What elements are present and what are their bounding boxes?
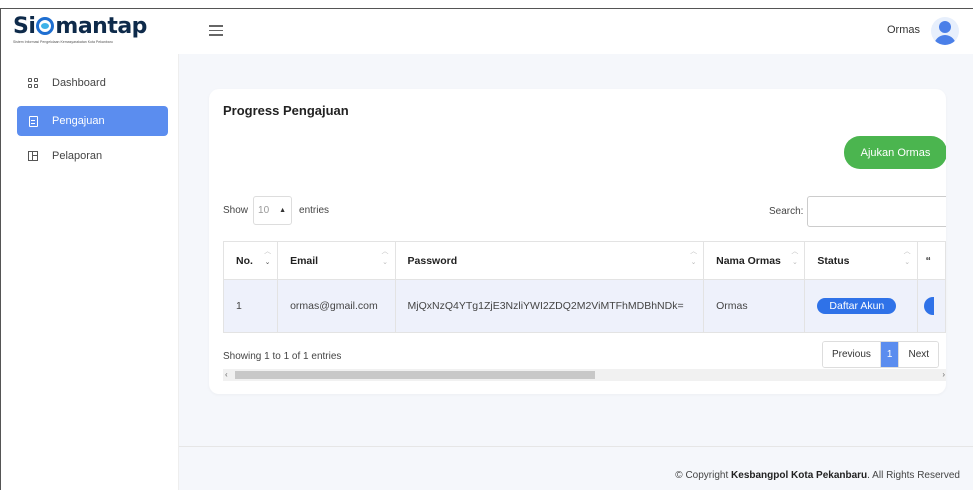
search-label: Search:: [769, 206, 804, 217]
column-header-status[interactable]: Status ︿ ⌄: [804, 241, 918, 280]
previous-page-button[interactable]: Previous: [823, 342, 880, 367]
page-length-control: Show 10 ▲ entries: [223, 196, 329, 225]
page-1-button[interactable]: 1: [879, 342, 899, 367]
menu-toggle-icon[interactable]: [209, 25, 223, 36]
horizontal-scrollbar[interactable]: ‹ ›: [223, 369, 946, 381]
grid-icon: [27, 77, 39, 89]
top-navbar: Si mantap Sistem Informasi Pengelolaan Ke…: [1, 9, 973, 54]
next-page-button[interactable]: Next: [898, 342, 939, 367]
report-icon: [27, 150, 39, 162]
column-header-nama-ormas[interactable]: Nama Ormas ︿ ⌄: [703, 241, 806, 280]
column-header-password[interactable]: Password ︿ ⌄: [394, 241, 705, 280]
sort-icon: ︿ ⌄: [903, 248, 911, 266]
sort-icon: ︿ ⌄: [381, 248, 389, 266]
sidebar: Dashboard Pengajuan Pelaporan: [1, 54, 179, 490]
sidebar-item-label: Pengajuan: [52, 115, 105, 127]
card-title: Progress Pengajuan: [223, 103, 349, 118]
user-name[interactable]: Ormas: [887, 24, 920, 36]
sort-icon: ︿ ⌄: [264, 248, 272, 266]
sidebar-item-pelaporan[interactable]: Pelaporan: [17, 141, 168, 171]
main-content: Progress Pengajuan Ajukan Ormas Show 10 …: [179, 54, 973, 490]
cell-nama-ormas: Ormas: [703, 279, 806, 333]
scroll-left-icon[interactable]: ‹: [225, 369, 228, 381]
show-label: Show: [223, 205, 249, 216]
cell-overflow: [916, 279, 946, 333]
brand-name-left: Si: [13, 14, 36, 39]
column-header-email[interactable]: Email ︿ ⌄: [277, 241, 396, 280]
search-input[interactable]: [807, 196, 946, 227]
footer: © Copyright Kesbangpol Kota Pekanbaru. A…: [179, 446, 973, 490]
column-header-no[interactable]: No. ︿ ⌄: [222, 241, 279, 280]
pagination: Previous 1 Next: [822, 341, 940, 368]
sort-arrows-icon: ▲: [279, 207, 287, 214]
page-size-select[interactable]: 10 ▲: [253, 196, 293, 225]
sort-icon: ︿ ⌄: [791, 248, 799, 266]
sidebar-item-label: Dashboard: [52, 77, 106, 89]
cell-no: 1: [222, 279, 279, 333]
action-badge[interactable]: [923, 297, 934, 315]
table-header-row: No. ︿ ⌄ Email ︿ ⌄ Password ︿ ⌄ Nama Ormas: [222, 241, 946, 280]
table-row[interactable]: 1 ormas@gmail.com MjQxNzQ4YTg1ZjE3NzliYW…: [222, 279, 946, 333]
sort-icon: ︿ ⌄: [690, 248, 698, 266]
cell-email: ormas@gmail.com: [277, 279, 396, 333]
copyright-org: Kesbangpol Kota Pekanbaru: [731, 470, 868, 481]
cell-password: MjQxNzQ4YTg1ZjE3NzliYWI2ZDQ2M2ViMTFhMDBh…: [394, 279, 705, 333]
brand-mark-icon: [36, 17, 55, 35]
entries-label: entries: [299, 205, 330, 216]
brand-logo[interactable]: Si mantap Sistem Informasi Pengelolaan Ke…: [13, 15, 163, 49]
document-icon: [27, 115, 39, 127]
brand-subtitle: Sistem Informasi Pengelolaan Kemasyaraka…: [13, 40, 113, 44]
table-info: Showing 1 to 1 of 1 entries: [223, 351, 342, 362]
scroll-right-icon[interactable]: ›: [942, 369, 945, 381]
brand-name-right: mantap: [55, 14, 147, 39]
scrollbar-thumb[interactable]: [235, 371, 595, 379]
sidebar-item-pengajuan[interactable]: Pengajuan: [17, 106, 168, 136]
cell-status: Daftar Akun: [804, 279, 918, 333]
sidebar-item-label: Pelaporan: [52, 150, 103, 162]
user-avatar-icon[interactable]: [931, 17, 959, 45]
status-badge: Daftar Akun: [817, 298, 897, 314]
copyright-text: © Copyright Kesbangpol Kota Pekanbaru. A…: [675, 470, 960, 481]
data-table: No. ︿ ⌄ Email ︿ ⌄ Password ︿ ⌄ Nama Ormas: [222, 241, 946, 333]
sidebar-item-dashboard[interactable]: Dashboard: [17, 68, 168, 98]
app-window: Si mantap Sistem Informasi Pengelolaan Ke…: [0, 8, 973, 490]
progress-card: Progress Pengajuan Ajukan Ormas Show 10 …: [209, 89, 946, 394]
column-header-overflow[interactable]: “: [916, 241, 946, 280]
ajukan-ormas-button[interactable]: Ajukan Ormas: [844, 136, 946, 169]
